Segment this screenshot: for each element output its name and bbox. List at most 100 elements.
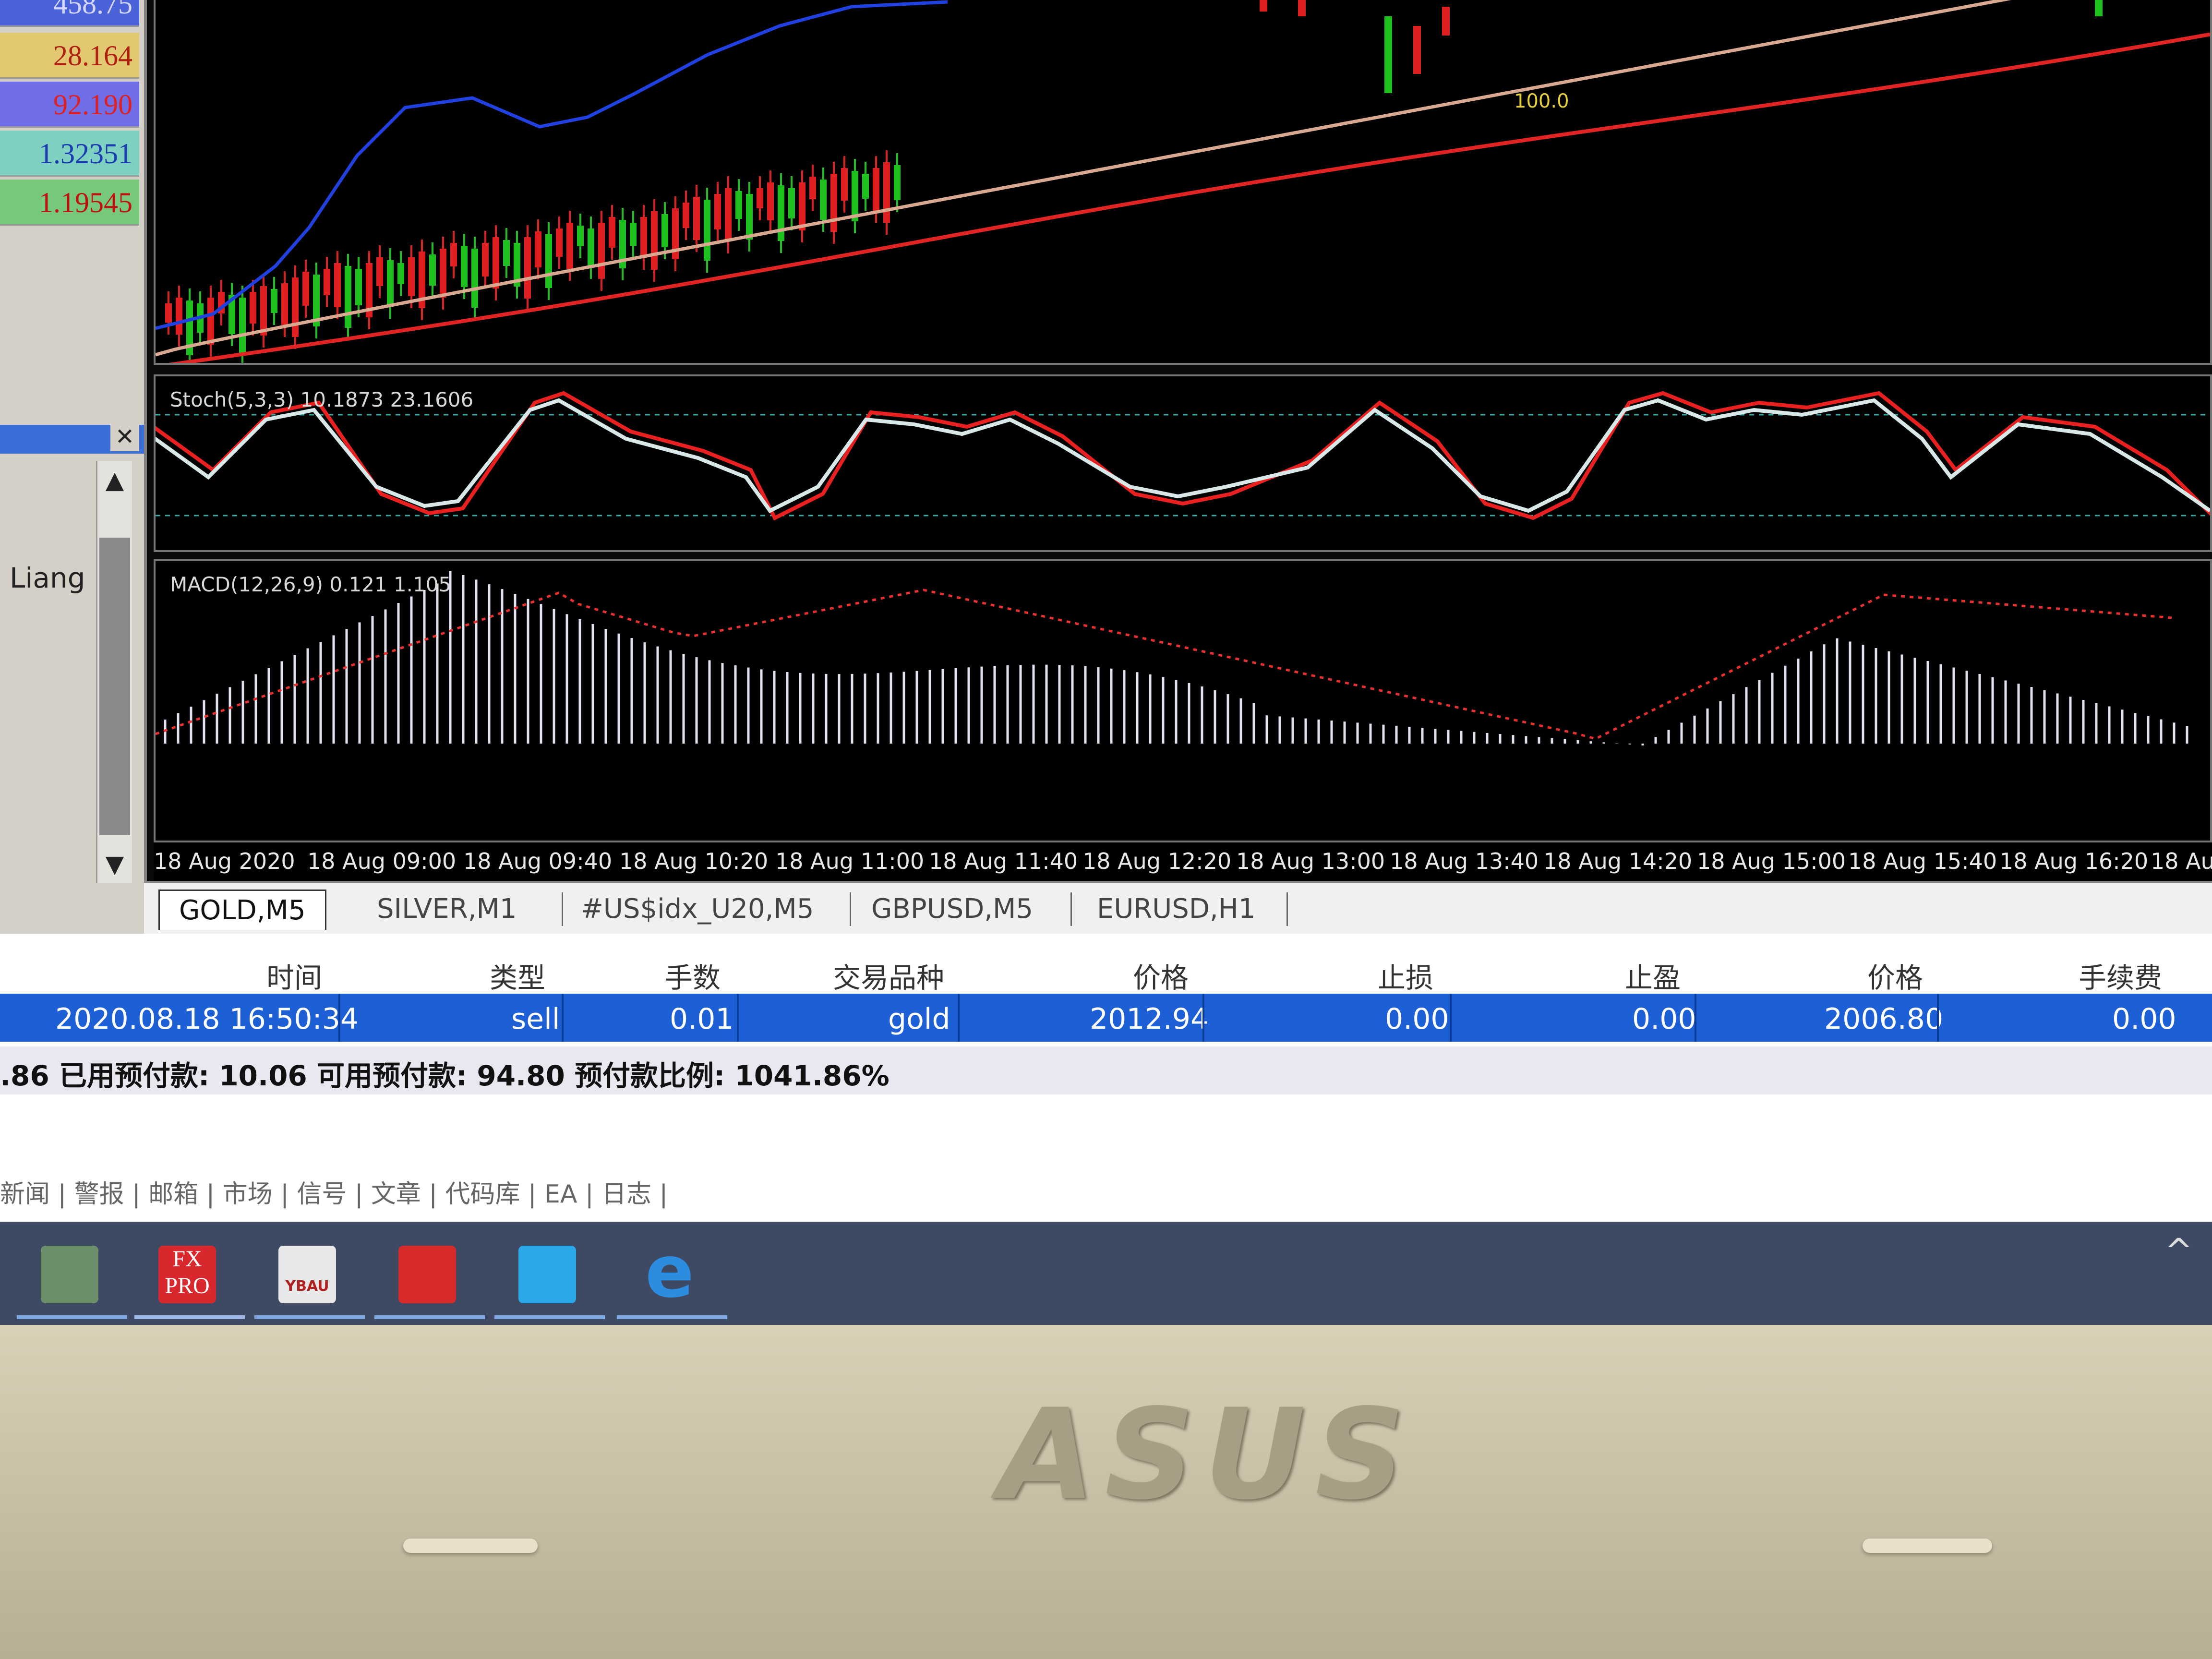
arrow-app-icon[interactable] bbox=[518, 1246, 576, 1303]
cell-current-price: 2006.80 bbox=[1824, 1002, 1944, 1036]
candlestick bbox=[1384, 16, 1392, 93]
tray-expand-icon[interactable]: ^ bbox=[2164, 1231, 2193, 1271]
column-header-time[interactable]: 时间 bbox=[266, 955, 322, 996]
time-tick: 18 Aug 14:20 bbox=[1543, 848, 1693, 874]
chart-tab-bar: GOLD,M5 SILVER,M1 #US$idx_U20,M5 GBPUSD,… bbox=[144, 881, 2212, 936]
taskbar-indicator bbox=[134, 1315, 245, 1319]
cell-price: 2012.94 bbox=[1090, 1002, 1209, 1036]
time-tick: 18 Aug 15:00 bbox=[1697, 848, 1846, 874]
column-separator bbox=[1695, 994, 1696, 1042]
terminal-tab-bar[interactable]: 新闻 | 警报 | 邮箱 | 市场 | 信号 | 文章 | 代码库 | EA |… bbox=[0, 1174, 668, 1210]
time-tick: 18 Aug 13:00 bbox=[1236, 848, 1385, 874]
macd-canvas bbox=[155, 571, 2188, 745]
tab-separator bbox=[562, 892, 563, 926]
column-separator bbox=[1202, 994, 1204, 1042]
column-separator bbox=[958, 994, 960, 1042]
tab-gold-m5[interactable]: GOLD,M5 bbox=[158, 890, 326, 930]
time-tick: 18 Aug 16:20 bbox=[1999, 848, 2149, 874]
tab-separator bbox=[850, 892, 851, 926]
time-tick: 18 Aug 11:40 bbox=[929, 848, 1078, 874]
taskbar-indicator bbox=[17, 1315, 127, 1319]
tab-eurusd-h1[interactable]: EURUSD,H1 bbox=[1097, 893, 1255, 925]
moving-average-slow bbox=[155, 32, 2211, 369]
time-tick: 18 Aug 09:40 bbox=[463, 848, 613, 874]
candlestick bbox=[1260, 0, 1267, 12]
column-header-volume[interactable]: 手数 bbox=[665, 955, 721, 996]
trade-terminal: 时间 类型 手数 交易品种 价格 止损 止盈 价格 手续费 2020.08.18… bbox=[0, 934, 2212, 1222]
macd-panel[interactable]: MACD(12,26,9) 0.121 1.105 bbox=[154, 559, 2212, 842]
cell-time: 2020.08.18 16:50:34 bbox=[55, 1002, 359, 1036]
vertical-scrollbar[interactable]: ▲ ▼ bbox=[96, 461, 132, 883]
taskbar-indicator bbox=[374, 1315, 485, 1319]
time-tick: 18 Aug 13:40 bbox=[1390, 848, 1539, 874]
candlestick bbox=[1413, 26, 1421, 74]
time-tick: 18 Aug 12:20 bbox=[1082, 848, 1232, 874]
tab-separator bbox=[1286, 892, 1288, 926]
chart-app-icon[interactable] bbox=[398, 1246, 456, 1303]
quote-cell[interactable]: 28.164 bbox=[0, 33, 139, 79]
edge-icon[interactable]: e bbox=[641, 1236, 698, 1308]
hinge-right bbox=[1863, 1539, 1992, 1553]
candlestick bbox=[1298, 0, 1306, 16]
quote-cell[interactable]: 92.190 bbox=[0, 82, 139, 128]
stochastic-panel[interactable]: Stoch(5,3,3) 10.1873 23.1606 bbox=[1, 374, 2212, 552]
quote-cell[interactable]: 458.75 bbox=[0, 0, 139, 27]
tab-silver-m1[interactable]: SILVER,M1 bbox=[377, 893, 517, 925]
hinge-left bbox=[403, 1539, 538, 1553]
column-separator bbox=[1937, 994, 1939, 1042]
cell-type: sell bbox=[511, 1002, 560, 1036]
column-separator bbox=[338, 994, 340, 1042]
time-tick: 18 Aug bbox=[2151, 848, 2212, 874]
ybau-icon[interactable]: YBAU bbox=[278, 1246, 336, 1303]
stochastic-label: Stoch(5,3,3) 10.1873 23.1606 bbox=[170, 388, 474, 411]
taskbar-indicator bbox=[617, 1315, 727, 1319]
laptop-bezel: ASUS bbox=[0, 1325, 2212, 1659]
taskbar-indicator bbox=[494, 1315, 605, 1319]
column-separator bbox=[1450, 994, 1452, 1042]
cell-volume: 0.01 bbox=[670, 1002, 734, 1036]
candlestick bbox=[1442, 7, 1450, 36]
table-row[interactable]: 2020.08.18 16:50:34 sell 0.01 gold 2012.… bbox=[0, 994, 2212, 1042]
column-separator bbox=[737, 994, 739, 1042]
candlestick bbox=[2095, 0, 2103, 16]
screen: 458.75 28.164 92.190 1.32351 1.19545 ✕ L… bbox=[0, 0, 2212, 1325]
metatrader-icon[interactable] bbox=[41, 1246, 98, 1303]
column-separator bbox=[562, 994, 564, 1042]
column-header-type[interactable]: 类型 bbox=[490, 955, 545, 996]
candlesticks bbox=[165, 0, 2103, 367]
tab-usidx-m5[interactable]: #US$idx_U20,M5 bbox=[581, 893, 814, 925]
time-tick: 18 Aug 09:00 bbox=[307, 848, 457, 874]
tab-gbpusd-m5[interactable]: GBPUSD,M5 bbox=[871, 893, 1033, 925]
column-header-takeprofit[interactable]: 止盈 bbox=[1625, 955, 1681, 996]
time-tick: 18 Aug 15:40 bbox=[1848, 848, 1997, 874]
quote-cell[interactable]: 1.19545 bbox=[0, 180, 139, 226]
price-chart[interactable]: 100.0 bbox=[154, 0, 2212, 369]
column-header-symbol[interactable]: 交易品种 bbox=[833, 955, 944, 996]
price-chart-canvas: 100.0 bbox=[155, 0, 2211, 369]
cell-stoploss: 0.00 bbox=[1385, 1002, 1449, 1036]
scroll-thumb[interactable] bbox=[99, 538, 130, 835]
brand-logo: ASUS bbox=[998, 1382, 1415, 1527]
account-summary: .86 已用预付款: 10.06 可用预付款: 94.80 预付款比例: 104… bbox=[0, 1046, 2212, 1094]
cell-symbol: gold bbox=[888, 1002, 950, 1036]
scroll-up-icon[interactable]: ▲ bbox=[97, 461, 132, 499]
quote-cell[interactable]: 1.32351 bbox=[0, 131, 139, 177]
column-header-current-price[interactable]: 价格 bbox=[1867, 955, 1923, 996]
moving-average-mid bbox=[155, 0, 2011, 357]
column-header-stoploss[interactable]: 止损 bbox=[1378, 955, 1433, 996]
macd-label: MACD(12,26,9) 0.121 1.105 bbox=[170, 573, 452, 596]
account-name[interactable]: Liang bbox=[10, 562, 85, 594]
column-header-commission[interactable]: 手续费 bbox=[2079, 955, 2162, 996]
time-axis: 18 Aug 2020 18 Aug 09:00 18 Aug 09:40 18… bbox=[154, 842, 2212, 886]
fxpro-icon[interactable]: FX PRO bbox=[158, 1246, 216, 1303]
cell-commission: 0.00 bbox=[2112, 1002, 2176, 1036]
taskbar-indicator bbox=[254, 1315, 365, 1319]
time-tick: 18 Aug 10:20 bbox=[619, 848, 769, 874]
scroll-down-icon[interactable]: ▼ bbox=[97, 845, 132, 883]
time-tick: 18 Aug 11:00 bbox=[775, 848, 925, 874]
close-icon[interactable]: ✕ bbox=[110, 422, 139, 451]
account-summary-text: .86 已用预付款: 10.06 可用预付款: 94.80 预付款比例: 104… bbox=[0, 1059, 890, 1092]
column-header-price[interactable]: 价格 bbox=[1133, 955, 1189, 996]
stochastic-signal-line bbox=[6, 391, 2212, 521]
cell-takeprofit: 0.00 bbox=[1632, 1002, 1696, 1036]
